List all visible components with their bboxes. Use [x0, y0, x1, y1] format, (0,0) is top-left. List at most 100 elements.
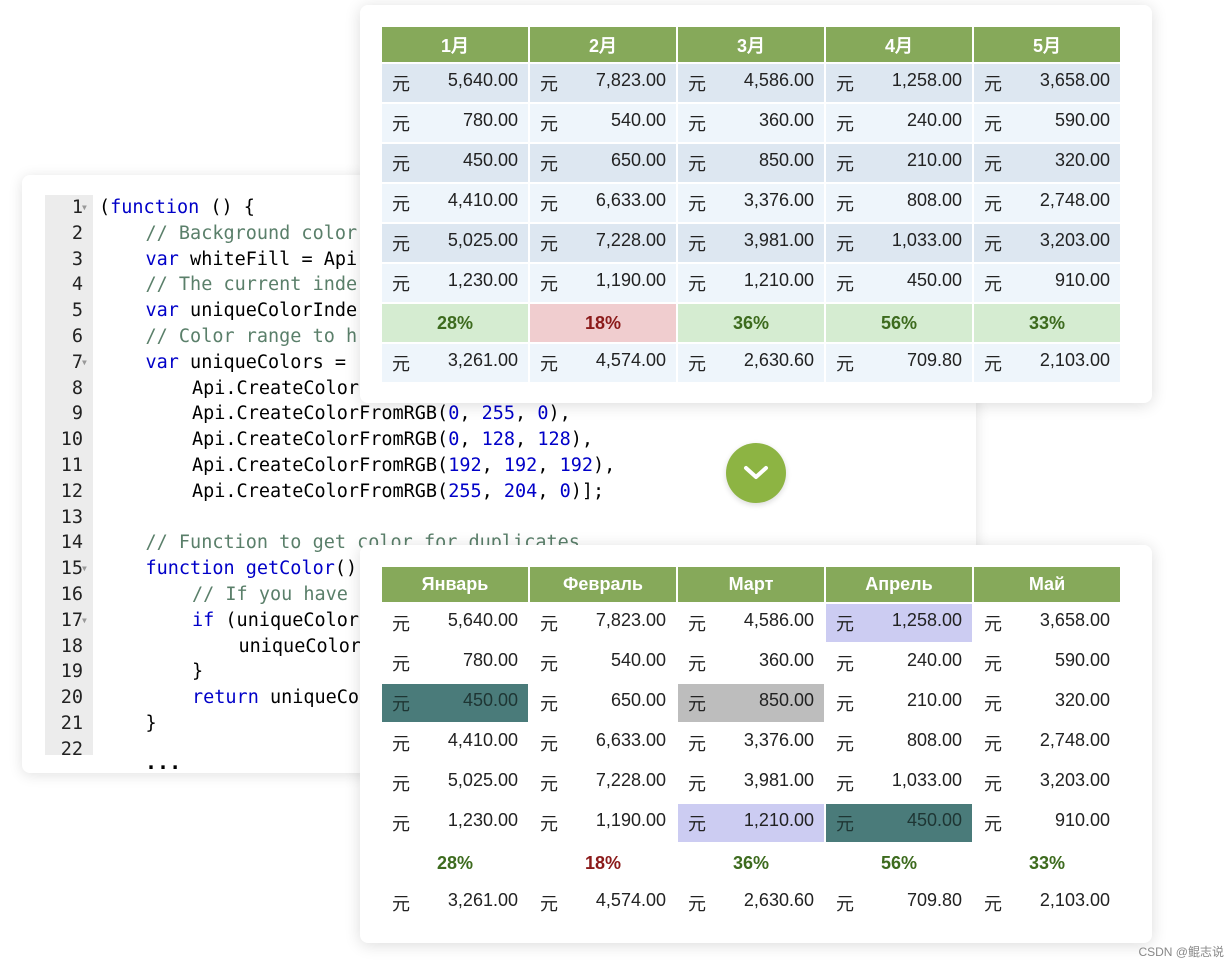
- table-cell[interactable]: 18%: [530, 842, 676, 882]
- table-cell[interactable]: 36%: [678, 302, 824, 342]
- table-cell[interactable]: 18%: [530, 302, 676, 342]
- table-cell[interactable]: 元 1,230.00: [382, 262, 528, 302]
- table-cell[interactable]: 33%: [974, 842, 1120, 882]
- table-cell[interactable]: 元 7,228.00: [530, 222, 676, 262]
- fold-arrow-icon[interactable]: ▼: [82, 195, 87, 221]
- table-cell[interactable]: 元 5,025.00: [382, 222, 528, 262]
- table-cell[interactable]: 元 4,586.00: [678, 602, 824, 642]
- table-cell[interactable]: 元 850.00: [678, 682, 824, 722]
- table-cell[interactable]: 元 360.00: [678, 642, 824, 682]
- cell-value: 590.00: [1054, 110, 1110, 130]
- table-cell[interactable]: 元 2,103.00: [974, 882, 1120, 922]
- table-cell[interactable]: 元 4,410.00: [382, 722, 528, 762]
- table-cell[interactable]: 元 360.00: [678, 102, 824, 142]
- table-cell[interactable]: 元 2,748.00: [974, 182, 1120, 222]
- table-cell[interactable]: 元 6,633.00: [530, 722, 676, 762]
- table-cell[interactable]: 元 450.00: [826, 262, 972, 302]
- table-cell[interactable]: 元 2,630.60: [678, 342, 824, 382]
- table-cell[interactable]: 元 808.00: [826, 182, 972, 222]
- table-cell[interactable]: 元 210.00: [826, 682, 972, 722]
- table-cell[interactable]: 元 4,574.00: [530, 882, 676, 922]
- table-cell[interactable]: 元 780.00: [382, 642, 528, 682]
- table-cell[interactable]: 元 7,823.00: [530, 62, 676, 102]
- table-cell[interactable]: 元 5,640.00: [382, 602, 528, 642]
- code-text: var whiteFill = Api: [146, 247, 358, 273]
- table-cell[interactable]: 元 3,261.00: [382, 882, 528, 922]
- table-cell[interactable]: 元 2,630.60: [678, 882, 824, 922]
- table-cell[interactable]: 元 450.00: [382, 682, 528, 722]
- table-cell[interactable]: 元 590.00: [974, 102, 1120, 142]
- fold-arrow-icon[interactable]: ▼: [82, 350, 87, 376]
- table-cell[interactable]: 元 808.00: [826, 722, 972, 762]
- table-cell[interactable]: 元 1,258.00: [826, 602, 972, 642]
- table-cell[interactable]: 元 709.80: [826, 882, 972, 922]
- table-cell[interactable]: 元 3,261.00: [382, 342, 528, 382]
- table-cell[interactable]: 元 1,190.00: [530, 802, 676, 842]
- table-cell[interactable]: 元 3,203.00: [974, 762, 1120, 802]
- table-cell[interactable]: 元 2,748.00: [974, 722, 1120, 762]
- table-cell[interactable]: 元 1,258.00: [826, 62, 972, 102]
- table-cell[interactable]: 36%: [678, 842, 824, 882]
- table-cell[interactable]: 元 6,633.00: [530, 182, 676, 222]
- table-cell[interactable]: 元 320.00: [974, 142, 1120, 182]
- table-cell[interactable]: 元 3,658.00: [974, 62, 1120, 102]
- table-cell[interactable]: 元 540.00: [530, 102, 676, 142]
- table-cell[interactable]: 元 7,228.00: [530, 762, 676, 802]
- table-cell[interactable]: 元 5,025.00: [382, 762, 528, 802]
- table-cell[interactable]: 元 1,210.00: [678, 262, 824, 302]
- column-header[interactable]: 1月: [382, 27, 528, 62]
- table-cell[interactable]: 56%: [826, 302, 972, 342]
- table-cell[interactable]: 元 4,586.00: [678, 62, 824, 102]
- table-cell[interactable]: 元 709.80: [826, 342, 972, 382]
- code-token: ,: [481, 455, 504, 476]
- table-cell[interactable]: 元 1,230.00: [382, 802, 528, 842]
- table-cell[interactable]: 元 780.00: [382, 102, 528, 142]
- column-header[interactable]: Март: [678, 567, 824, 602]
- code-token: 192: [503, 455, 538, 476]
- table-cell[interactable]: 元 2,103.00: [974, 342, 1120, 382]
- table-cell[interactable]: 元 1,190.00: [530, 262, 676, 302]
- table-cell[interactable]: 元 3,376.00: [678, 722, 824, 762]
- column-header[interactable]: Январь: [382, 567, 528, 602]
- table-cell[interactable]: 元 650.00: [530, 142, 676, 182]
- table-cell[interactable]: 56%: [826, 842, 972, 882]
- column-header[interactable]: 3月: [678, 27, 824, 62]
- fold-arrow-icon[interactable]: ▼: [82, 608, 87, 634]
- table-cell[interactable]: 元 3,203.00: [974, 222, 1120, 262]
- table-cell[interactable]: 元 320.00: [974, 682, 1120, 722]
- table-cell[interactable]: 元 3,981.00: [678, 762, 824, 802]
- chevron-down-icon[interactable]: [726, 443, 786, 503]
- column-header[interactable]: 2月: [530, 27, 676, 62]
- table-cell[interactable]: 元 3,981.00: [678, 222, 824, 262]
- column-header[interactable]: 5月: [974, 27, 1120, 62]
- column-header[interactable]: 4月: [826, 27, 972, 62]
- table-cell[interactable]: 28%: [382, 842, 528, 882]
- table-cell[interactable]: 元 240.00: [826, 642, 972, 682]
- column-header[interactable]: Апрель: [826, 567, 972, 602]
- table-cell[interactable]: 元 1,033.00: [826, 762, 972, 802]
- table-cell[interactable]: 元 5,640.00: [382, 62, 528, 102]
- table-cell[interactable]: 元 450.00: [382, 142, 528, 182]
- table-cell[interactable]: 元 7,823.00: [530, 602, 676, 642]
- table-cell[interactable]: 元 240.00: [826, 102, 972, 142]
- table-cell[interactable]: 元 540.00: [530, 642, 676, 682]
- table-cell[interactable]: 元 1,210.00: [678, 802, 824, 842]
- table-cell[interactable]: 元 1,033.00: [826, 222, 972, 262]
- table-cell[interactable]: 元 850.00: [678, 142, 824, 182]
- table-cell[interactable]: 28%: [382, 302, 528, 342]
- table-cell[interactable]: 元 650.00: [530, 682, 676, 722]
- table-cell[interactable]: 元 210.00: [826, 142, 972, 182]
- table-cell[interactable]: 33%: [974, 302, 1120, 342]
- table-cell[interactable]: 元 590.00: [974, 642, 1120, 682]
- table-cell[interactable]: 元 910.00: [974, 802, 1120, 842]
- table-cell[interactable]: 元 4,574.00: [530, 342, 676, 382]
- table-cell[interactable]: 元 910.00: [974, 262, 1120, 302]
- table-cell[interactable]: 元 3,658.00: [974, 602, 1120, 642]
- currency-symbol: 元: [540, 274, 558, 294]
- column-header[interactable]: Февраль: [530, 567, 676, 602]
- table-cell[interactable]: 元 450.00: [826, 802, 972, 842]
- column-header[interactable]: Май: [974, 567, 1120, 602]
- fold-arrow-icon[interactable]: ▼: [82, 556, 87, 582]
- table-cell[interactable]: 元 3,376.00: [678, 182, 824, 222]
- table-cell[interactable]: 元 4,410.00: [382, 182, 528, 222]
